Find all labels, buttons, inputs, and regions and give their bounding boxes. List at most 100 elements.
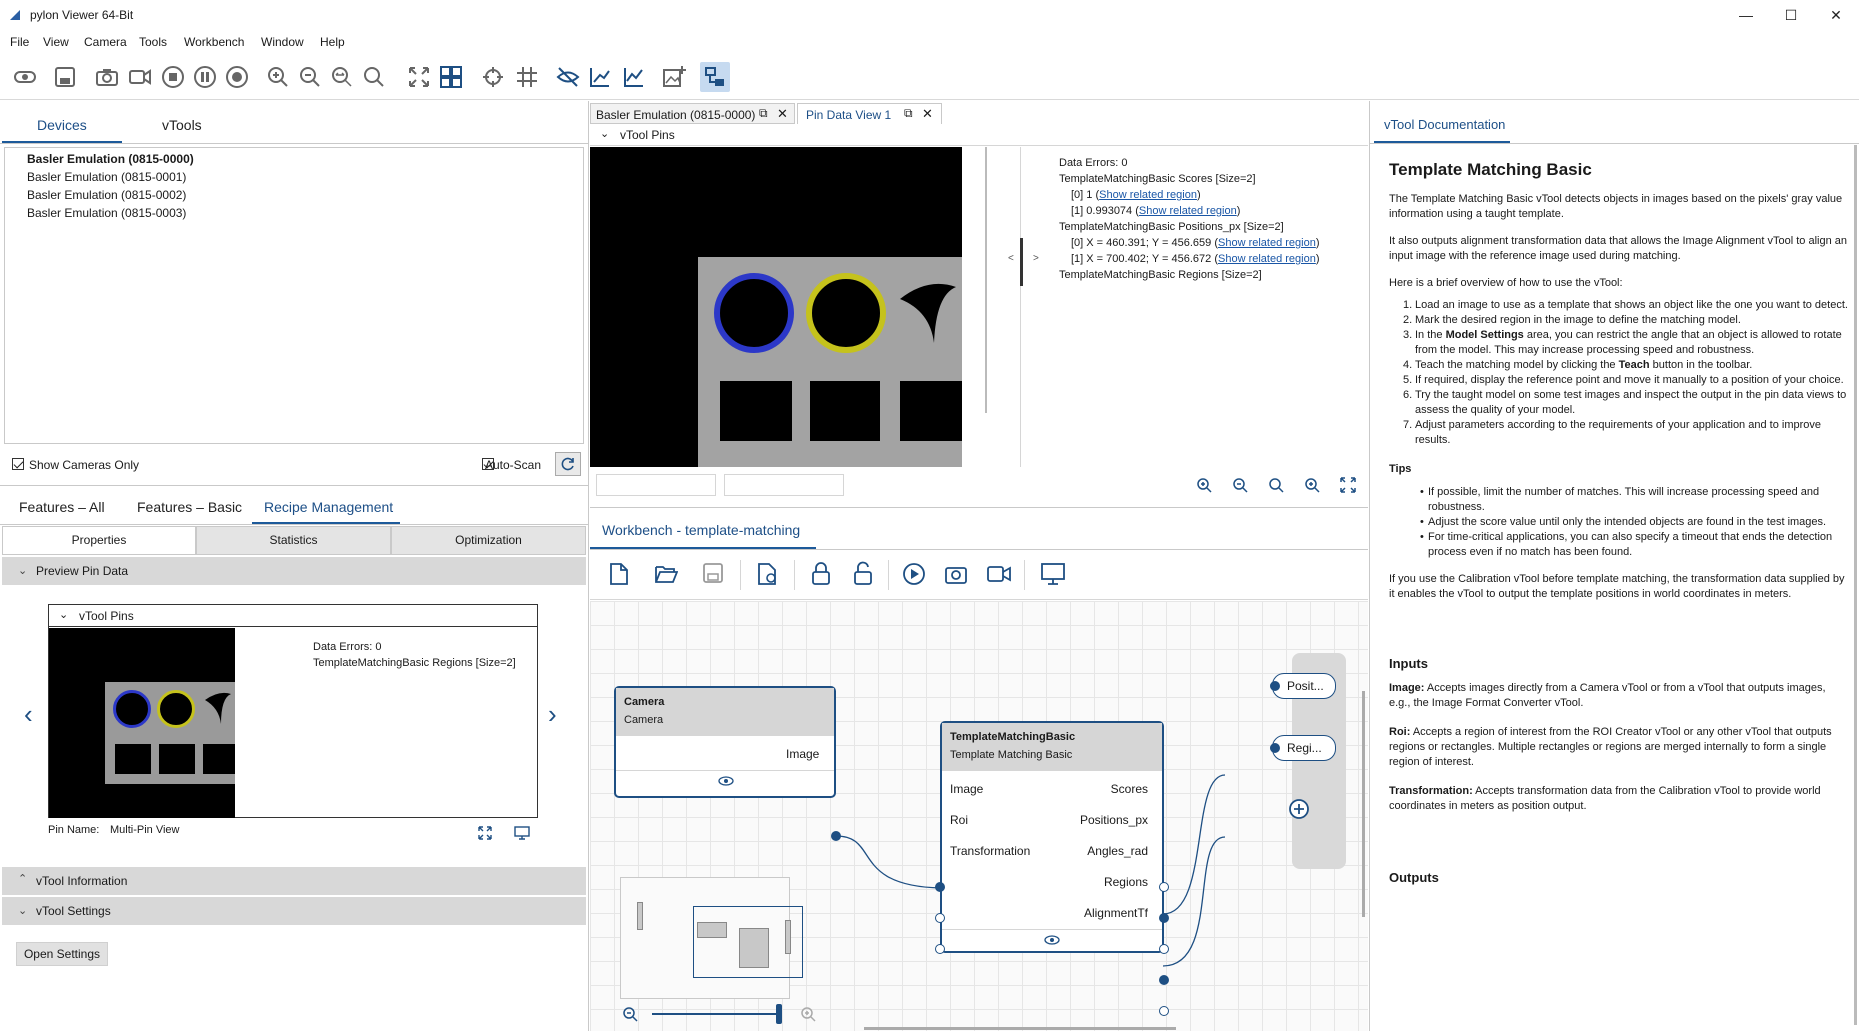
- zoom-in-icon[interactable]: [1196, 477, 1212, 493]
- open-folder-icon[interactable]: [654, 563, 678, 585]
- input-pin-roi[interactable]: [935, 913, 945, 923]
- template-matching-node[interactable]: TemplateMatchingBasic Template Matching …: [940, 721, 1164, 953]
- doc-scrollbar[interactable]: [1854, 145, 1857, 1025]
- zoom-out-icon[interactable]: [622, 1006, 638, 1022]
- zoom-in-icon[interactable]: [263, 62, 293, 92]
- menu-help[interactable]: Help: [320, 35, 345, 49]
- collapse-right-icon[interactable]: >: [1033, 253, 1039, 264]
- collapse-left-icon[interactable]: <: [1008, 253, 1014, 264]
- eye-icon[interactable]: [1044, 935, 1060, 945]
- splitter-handle[interactable]: [1020, 238, 1023, 286]
- expand-icon[interactable]: [1340, 477, 1356, 493]
- save-icon[interactable]: [50, 62, 80, 92]
- grid-overlay-icon[interactable]: [512, 62, 542, 92]
- unlock-icon[interactable]: [852, 561, 874, 587]
- crosshair-icon[interactable]: [478, 62, 508, 92]
- zoom-out-icon[interactable]: [1232, 477, 1248, 493]
- export-icon[interactable]: [756, 562, 780, 586]
- minimize-button[interactable]: —: [1723, 0, 1769, 30]
- open-settings-button[interactable]: Open Settings: [16, 942, 108, 966]
- add-pin-icon[interactable]: [1288, 798, 1310, 820]
- show-cameras-only-checkbox[interactable]: [12, 458, 24, 470]
- play-icon[interactable]: [902, 562, 926, 586]
- monitor-icon[interactable]: [514, 825, 530, 841]
- grid-layout-icon[interactable]: [436, 62, 466, 92]
- preview-pin-data-header[interactable]: ⌄ Preview Pin Data: [2, 557, 586, 585]
- fit-window-icon[interactable]: [404, 62, 434, 92]
- camera-snapshot-icon[interactable]: [92, 62, 122, 92]
- output-pin-positions-node[interactable]: Posit...: [1272, 673, 1336, 699]
- workbench-canvas[interactable]: Camera Camera Image TemplateMatchingBasi…: [590, 601, 1368, 1031]
- camera-image[interactable]: [590, 147, 962, 467]
- show-region-link[interactable]: Show related region: [1218, 237, 1316, 249]
- add-image-icon[interactable]: [659, 62, 689, 92]
- zoom-fit-icon[interactable]: [327, 62, 357, 92]
- histogram-icon[interactable]: [585, 62, 615, 92]
- zoom-fit-icon[interactable]: [1304, 477, 1320, 493]
- show-region-link[interactable]: Show related region: [1139, 205, 1237, 217]
- show-region-link[interactable]: Show related region: [1099, 189, 1197, 201]
- list-item[interactable]: Basler Emulation (0815-0000): [27, 152, 194, 166]
- video-icon[interactable]: [125, 62, 155, 92]
- pause-icon[interactable]: [190, 62, 220, 92]
- tab-features-all[interactable]: Features – All: [19, 499, 105, 515]
- eye-icon[interactable]: [718, 776, 734, 786]
- vtool-information-header[interactable]: ⌃ vTool Information: [2, 867, 586, 895]
- menu-view[interactable]: View: [43, 35, 69, 49]
- output-pin-positions[interactable]: [1159, 913, 1169, 923]
- zoom-slider-track[interactable]: [652, 1013, 782, 1015]
- close-button[interactable]: ✕: [1813, 0, 1859, 30]
- list-item[interactable]: Basler Emulation (0815-0001): [27, 170, 186, 184]
- undock-icon[interactable]: ⧉: [759, 106, 768, 121]
- menu-tools[interactable]: Tools: [139, 35, 167, 49]
- input-pin-image[interactable]: [935, 882, 945, 892]
- lock-icon[interactable]: [810, 561, 832, 587]
- camera-snapshot-icon[interactable]: [944, 563, 968, 585]
- workbench-toggle-icon[interactable]: [700, 62, 730, 92]
- workbench-title[interactable]: Workbench - template-matching: [602, 522, 800, 538]
- record-icon[interactable]: [222, 62, 252, 92]
- refresh-button[interactable]: [555, 452, 581, 476]
- output-pin-scores[interactable]: [1159, 882, 1169, 892]
- maximize-button[interactable]: ☐: [1768, 0, 1814, 30]
- camera-node[interactable]: Camera Camera Image: [614, 686, 836, 798]
- vertical-scrollbar[interactable]: [1362, 691, 1365, 917]
- close-icon[interactable]: ✕: [777, 106, 788, 122]
- preview-next-icon[interactable]: ›: [548, 699, 557, 730]
- tab-basler-emulation[interactable]: Basler Emulation (0815-0000) ⧉ ✕: [590, 103, 795, 124]
- tab-pin-data-view[interactable]: Pin Data View 1 ⧉ ✕: [797, 103, 942, 124]
- expand-icon[interactable]: [478, 826, 492, 840]
- line-profile-icon[interactable]: [619, 62, 649, 92]
- input-pin-transformation[interactable]: [935, 944, 945, 954]
- list-item[interactable]: Basler Emulation (0815-0002): [27, 188, 186, 202]
- preview-prev-icon[interactable]: ‹: [24, 699, 33, 730]
- tab-vtools[interactable]: vTools: [162, 117, 202, 133]
- tab-devices[interactable]: Devices: [37, 117, 87, 133]
- menu-file[interactable]: File: [10, 35, 29, 49]
- zoom-out-icon[interactable]: [295, 62, 325, 92]
- tab-optimization[interactable]: Optimization: [391, 526, 586, 555]
- open-camera-icon[interactable]: [10, 62, 40, 92]
- undock-icon[interactable]: ⧉: [904, 106, 913, 121]
- list-item[interactable]: Basler Emulation (0815-0003): [27, 206, 186, 220]
- horizontal-scrollbar[interactable]: [864, 1027, 1176, 1030]
- zoom-100-icon[interactable]: [359, 62, 389, 92]
- output-pin-regions-node[interactable]: Regi...: [1272, 735, 1336, 761]
- tab-recipe-management[interactable]: Recipe Management: [264, 499, 393, 515]
- show-region-link[interactable]: Show related region: [1218, 253, 1316, 265]
- zoom-100-icon[interactable]: [1268, 477, 1284, 493]
- output-pin-regions[interactable]: [1159, 975, 1169, 985]
- output-pin-image[interactable]: [831, 831, 841, 841]
- vtool-settings-header[interactable]: ⌄ vTool Settings: [2, 897, 586, 925]
- image-scrollbar[interactable]: [985, 147, 987, 413]
- zoom-in-icon[interactable]: [800, 1006, 816, 1022]
- new-file-icon[interactable]: [608, 562, 630, 586]
- menu-camera[interactable]: Camera: [84, 35, 127, 49]
- minimap[interactable]: [620, 877, 790, 999]
- zoom-slider-handle[interactable]: [776, 1004, 782, 1024]
- stop-icon[interactable]: [158, 62, 188, 92]
- output-pin-angles[interactable]: [1159, 944, 1169, 954]
- close-icon[interactable]: ✕: [922, 106, 933, 122]
- video-icon[interactable]: [986, 563, 1012, 585]
- output-pin-alignment[interactable]: [1159, 1006, 1169, 1016]
